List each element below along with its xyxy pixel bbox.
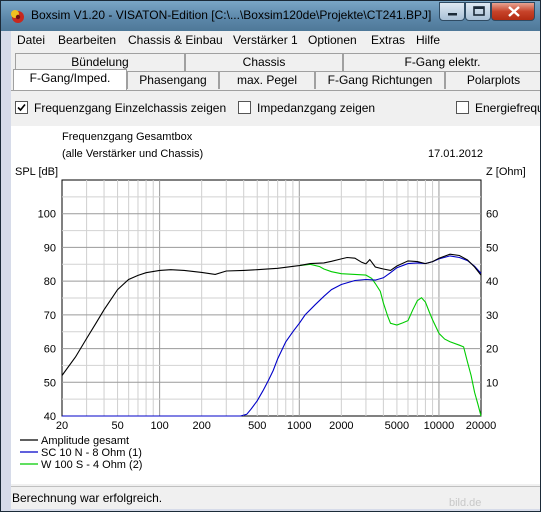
x-tick-label: 5000 bbox=[385, 420, 409, 432]
legend-label: W 100 S - 4 Ohm (2) bbox=[41, 459, 142, 471]
x-tick-label: 1000 bbox=[287, 420, 311, 432]
chart-date: 17.01.2012 bbox=[428, 148, 483, 160]
y-tick-label: 60 bbox=[44, 344, 56, 356]
y2-tick-label: 10 bbox=[486, 377, 498, 389]
tab-phasengang[interactable]: Phasengang bbox=[127, 71, 219, 89]
menu-optionen[interactable]: Optionen bbox=[308, 33, 357, 47]
checkbox-box[interactable] bbox=[15, 101, 28, 114]
checkbox-box[interactable] bbox=[238, 101, 251, 114]
menu-datei[interactable]: Datei bbox=[17, 33, 45, 47]
close-icon bbox=[508, 6, 520, 17]
window-title: Boxsim V1.20 - VISATON-Edition [C:\...\B… bbox=[31, 8, 432, 22]
x-tick-label: 200 bbox=[192, 420, 210, 432]
checkbox-box[interactable] bbox=[456, 101, 469, 114]
y2-tick-label: 50 bbox=[486, 242, 498, 254]
y-tick-label: 40 bbox=[44, 411, 56, 423]
app-window: Boxsim V1.20 - VISATON-Edition [C:\...\B… bbox=[0, 0, 541, 512]
chart-subtitle: (alle Verstärker und Chassis) bbox=[62, 148, 203, 160]
frequency-response-chart: Frequenzgang Gesamtbox (alle Verstärker … bbox=[11, 126, 540, 484]
menu-extras[interactable]: Extras bbox=[371, 33, 405, 47]
x-tick-label: 10000 bbox=[424, 420, 455, 432]
tab-fgang-richtungen[interactable]: F-Gang Richtungen bbox=[315, 71, 445, 89]
checkbox-label: Frequenzgang Einzelchassis zeigen bbox=[34, 101, 227, 115]
menu-bar: Datei Bearbeiten Chassis & Einbau Verstä… bbox=[11, 31, 540, 50]
checkbox-label: Impedanzgang zeigen bbox=[257, 101, 376, 115]
tab-fgang-elektr[interactable]: F-Gang elektr. bbox=[343, 53, 540, 71]
menu-chassis-einbau[interactable]: Chassis & Einbau bbox=[128, 33, 223, 47]
y-tick-label: 80 bbox=[44, 276, 56, 288]
legend-label: Amplitude gesamt bbox=[41, 435, 129, 447]
close-button[interactable] bbox=[491, 2, 535, 21]
minimize-button[interactable] bbox=[439, 2, 465, 21]
tab-panel: Frequenzgang Einzelchassis zeigen Impeda… bbox=[11, 90, 541, 486]
y2-tick-label: 60 bbox=[486, 209, 498, 221]
x-tick-label: 20000 bbox=[466, 420, 497, 432]
menu-verstaerker[interactable]: Verstärker 1 bbox=[233, 33, 298, 47]
maximize-icon bbox=[473, 6, 485, 16]
x-tick-label: 500 bbox=[248, 420, 266, 432]
legend-label: SC 10 N - 8 Ohm (1) bbox=[41, 447, 142, 459]
tab-chassis[interactable]: Chassis bbox=[185, 53, 343, 71]
options-row: Frequenzgang Einzelchassis zeigen Impeda… bbox=[11, 91, 541, 125]
checkbox-energiefrequenz[interactable]: Energiefrequ bbox=[456, 101, 541, 115]
y2-tick-label: 20 bbox=[486, 344, 498, 356]
chart-svg: Frequenzgang Gesamtbox (alle Verstärker … bbox=[15, 131, 526, 471]
maximize-button[interactable] bbox=[465, 2, 491, 21]
y-axis-label: SPL [dB] bbox=[15, 166, 58, 178]
y-tick-label: 100 bbox=[38, 209, 56, 221]
watermark: bild.de bbox=[449, 497, 482, 509]
status-text: Berechnung war erfolgreich. bbox=[12, 491, 163, 505]
chart-title: Frequenzgang Gesamtbox bbox=[62, 131, 193, 143]
y2-tick-label: 30 bbox=[486, 310, 498, 322]
menu-hilfe[interactable]: Hilfe bbox=[416, 33, 440, 47]
checkbox-impedanzgang[interactable]: Impedanzgang zeigen bbox=[238, 101, 375, 115]
checkmark-icon bbox=[17, 103, 26, 112]
y-tick-label: 90 bbox=[44, 242, 56, 254]
app-logo-icon bbox=[9, 8, 25, 24]
checkbox-label: Energiefrequ bbox=[475, 101, 541, 115]
y2-tick-label: 40 bbox=[486, 276, 498, 288]
x-tick-label: 2000 bbox=[329, 420, 353, 432]
x-tick-label: 50 bbox=[111, 420, 123, 432]
y2-axis-label: Z [Ohm] bbox=[486, 166, 526, 178]
x-tick-label: 20 bbox=[56, 420, 68, 432]
menu-bearbeiten[interactable]: Bearbeiten bbox=[58, 33, 116, 47]
y-tick-label: 70 bbox=[44, 310, 56, 322]
title-bar[interactable]: Boxsim V1.20 - VISATON-Edition [C:\...\B… bbox=[1, 1, 540, 31]
tab-fgang-imped[interactable]: F-Gang/Imped. bbox=[13, 69, 127, 90]
checkbox-frequenzgang-einzelchassis[interactable]: Frequenzgang Einzelchassis zeigen bbox=[15, 101, 226, 115]
tab-polarplots[interactable]: Polarplots bbox=[445, 71, 540, 89]
tab-max-pegel[interactable]: max. Pegel bbox=[219, 71, 315, 89]
y-tick-label: 50 bbox=[44, 377, 56, 389]
minimize-icon bbox=[448, 13, 457, 16]
x-tick-label: 100 bbox=[150, 420, 168, 432]
tab-area: Bündelung Chassis F-Gang elektr. F-Gang/… bbox=[11, 50, 540, 90]
